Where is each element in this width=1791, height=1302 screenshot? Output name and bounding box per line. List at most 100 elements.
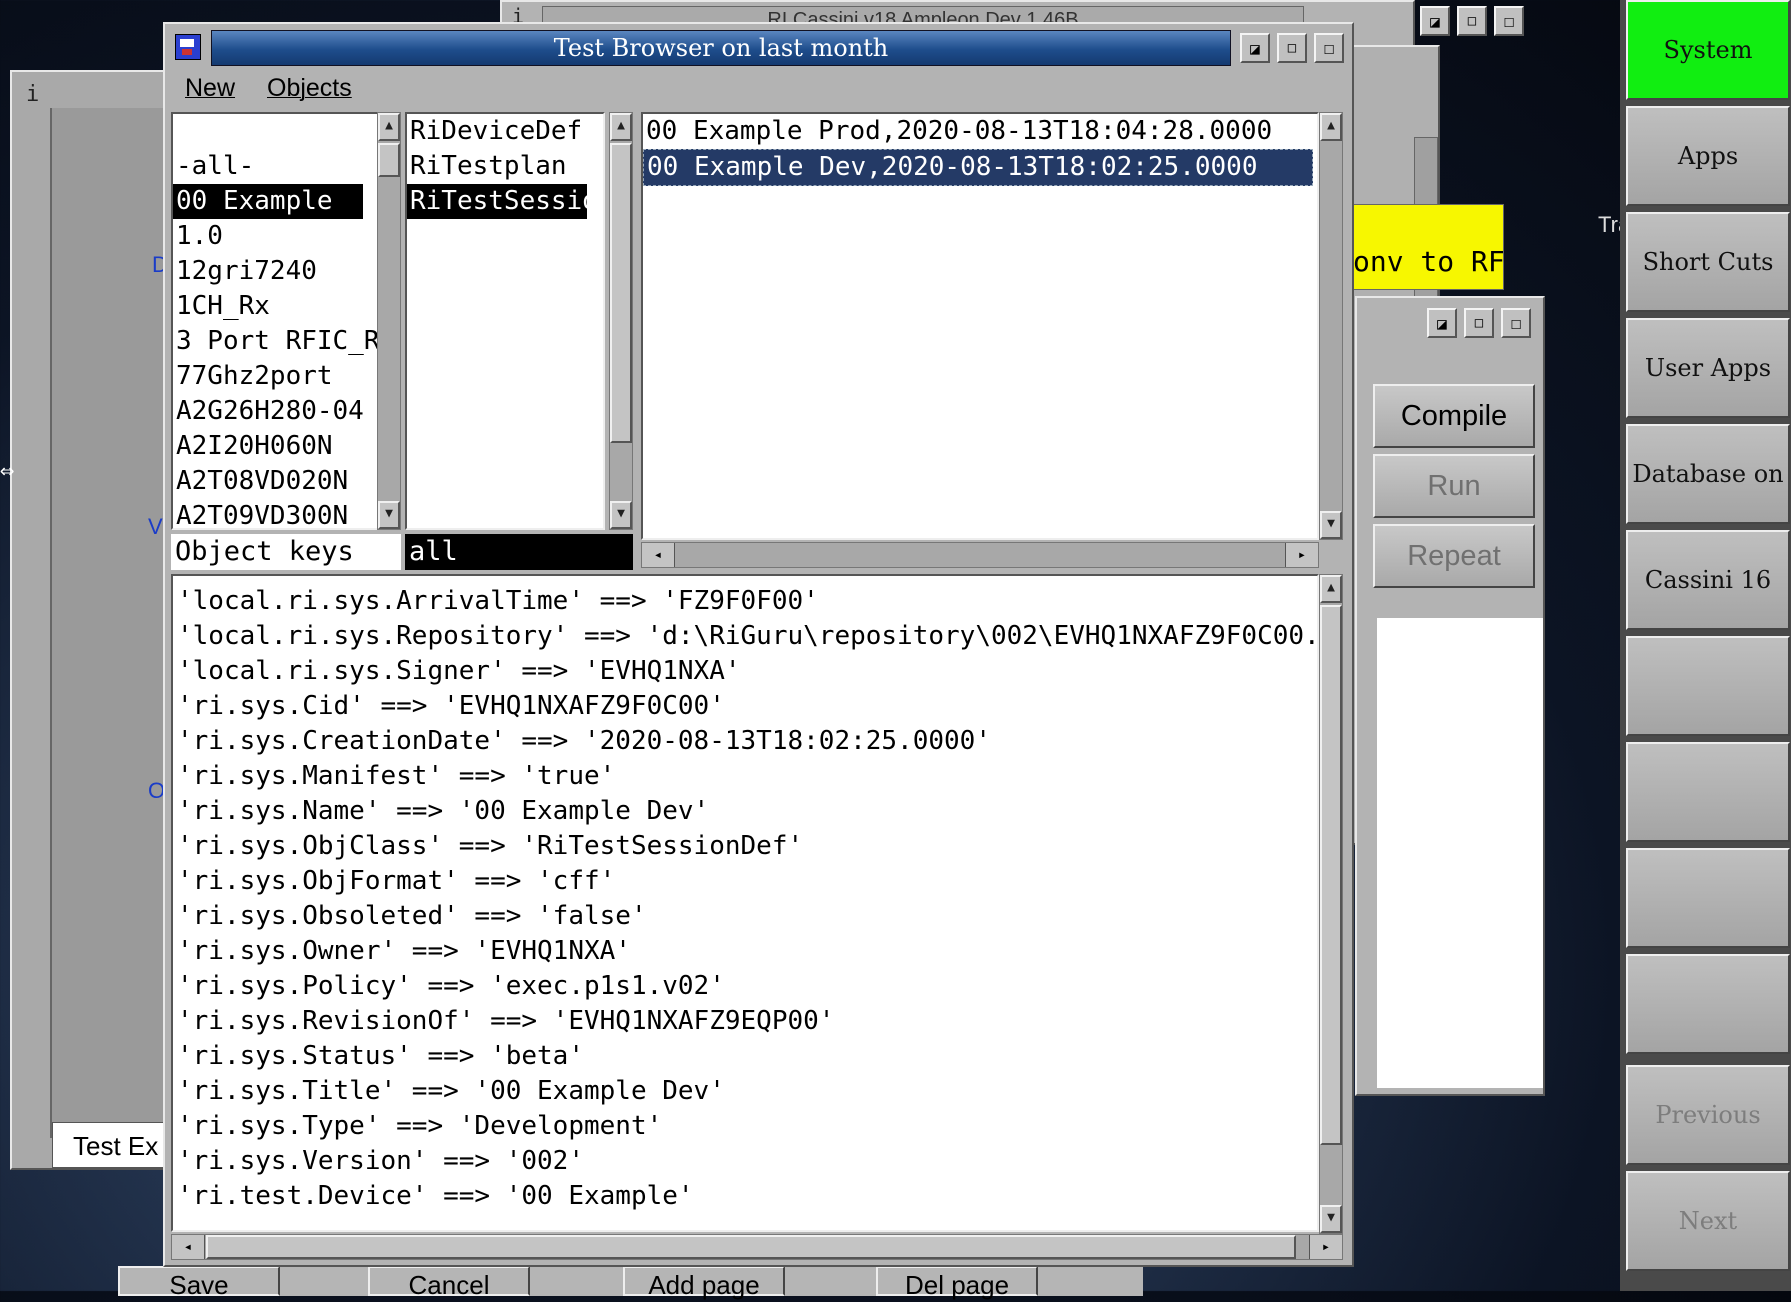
property-line: 'ri.sys.Cid' ==> 'EVHQ1NXAFZ9F0C00' bbox=[177, 691, 725, 721]
sidebar-item-empty[interactable] bbox=[1626, 954, 1790, 1054]
device-list-item[interactable]: A2G26H280-04 bbox=[173, 394, 364, 429]
sidebar-item-apps[interactable]: Apps bbox=[1626, 106, 1790, 206]
resize-cursor-icon: ⇔ bbox=[0, 456, 15, 484]
menu-objects[interactable]: Objects bbox=[267, 74, 352, 103]
cancel-button[interactable]: Cancel bbox=[368, 1266, 530, 1300]
device-list-item[interactable] bbox=[173, 114, 363, 149]
scroll-thumb[interactable] bbox=[206, 1235, 1296, 1259]
del-page-button[interactable]: Del page bbox=[876, 1266, 1038, 1300]
menu-new[interactable]: New bbox=[185, 74, 235, 103]
scroll-thumb[interactable] bbox=[610, 143, 632, 443]
sidebar-item-user-apps[interactable]: User Apps bbox=[1626, 318, 1790, 418]
object-keys-label: Object keys bbox=[171, 534, 401, 570]
class-list-item[interactable]: RiTestplan bbox=[407, 149, 587, 184]
object-list-item[interactable]: 00 Example Dev,2020-08-13T18:02:25.0000 bbox=[643, 149, 1313, 186]
property-line: 'ri.sys.Owner' ==> 'EVHQ1NXA' bbox=[177, 936, 631, 966]
property-line: 'ri.sys.ObjClass' ==> 'RiTestSessionDef' bbox=[177, 831, 804, 861]
object-list-items: 00 Example Prod,2020-08-13T18:04:28.0000… bbox=[643, 114, 1313, 186]
object-list-item[interactable]: 00 Example Prod,2020-08-13T18:04:28.0000 bbox=[643, 114, 1313, 149]
sidebar-item-empty[interactable] bbox=[1626, 742, 1790, 842]
object-list-hscrollbar[interactable]: ◂ ▸ bbox=[641, 542, 1319, 568]
properties-lines: 'local.ri.sys.ArrivalTime' ==> 'FZ9F0F00… bbox=[173, 584, 1319, 1214]
scroll-up-arrow[interactable]: ▲ bbox=[610, 113, 632, 141]
device-list-item[interactable]: 77Ghz2port bbox=[173, 359, 363, 394]
test-ex-tab[interactable]: Test Ex bbox=[52, 1122, 174, 1168]
object-list-scrollbar[interactable]: ▲ ▼ bbox=[1319, 112, 1343, 540]
device-list[interactable]: -all- 00 Example 1.0 12gri7240 1CH_Rx 3 Port … bbox=[171, 112, 383, 530]
scroll-down-arrow[interactable]: ▼ bbox=[378, 501, 400, 529]
scroll-down-arrow[interactable]: ▼ bbox=[1320, 1205, 1342, 1233]
scroll-down-arrow[interactable]: ▼ bbox=[1320, 511, 1342, 539]
yellow-status-panel: onv to RF4 bbox=[1352, 204, 1504, 290]
property-line: 'ri.sys.Policy' ==> 'exec.p1s1.v02' bbox=[177, 971, 725, 1001]
device-list-item[interactable]: 00 Example bbox=[173, 184, 363, 219]
property-line: 'local.ri.sys.Repository' ==> 'd:\RiGuru… bbox=[177, 621, 1319, 651]
scroll-right-arrow[interactable]: ▸ bbox=[1285, 543, 1318, 567]
device-list-item[interactable]: 3 Port RFIC_R bbox=[173, 324, 380, 359]
class-list[interactable]: RiDeviceDef RiTestplan RiTestSession bbox=[405, 112, 605, 530]
run-output-area bbox=[1377, 618, 1543, 1088]
scroll-down-arrow[interactable]: ▼ bbox=[610, 501, 632, 529]
sidebar-item-short-cuts[interactable]: Short Cuts bbox=[1626, 212, 1790, 312]
scroll-thumb[interactable] bbox=[1320, 605, 1342, 1145]
scroll-up-arrow[interactable]: ▲ bbox=[1320, 113, 1342, 141]
sidebar-item-system[interactable]: System bbox=[1626, 0, 1790, 100]
minimize-button[interactable]: ◪ bbox=[1420, 6, 1450, 36]
sidebar-item-empty[interactable] bbox=[1626, 636, 1790, 736]
sidebar-item-empty[interactable] bbox=[1626, 848, 1790, 948]
class-list-item[interactable]: RiTestSession bbox=[407, 184, 603, 219]
scroll-left-arrow[interactable]: ◂ bbox=[642, 543, 675, 567]
device-list-scrollbar[interactable]: ▲ ▼ bbox=[377, 112, 401, 530]
maximize-button[interactable]: ☐ bbox=[1501, 308, 1531, 338]
class-list-scrollbar[interactable]: ▲ ▼ bbox=[609, 112, 633, 530]
maximize-button[interactable]: ☐ bbox=[1314, 33, 1344, 63]
device-list-item[interactable]: 1CH_Rx bbox=[173, 289, 363, 324]
device-list-item[interactable]: A2I20H060N bbox=[173, 429, 363, 464]
sidebar-item-cassini[interactable]: Cassini 16 bbox=[1626, 530, 1790, 630]
scroll-up-arrow[interactable]: ▲ bbox=[1320, 575, 1342, 603]
save-button[interactable]: Save bbox=[118, 1266, 280, 1300]
device-list-items: -all- 00 Example 1.0 12gri7240 1CH_Rx 3 Port … bbox=[173, 114, 380, 528]
window-title: Test Browser on last month bbox=[553, 34, 889, 62]
restore-button[interactable]: □ bbox=[1277, 33, 1307, 63]
scroll-thumb[interactable] bbox=[378, 143, 400, 177]
yellow-panel-text: onv to RF4 bbox=[1353, 245, 1504, 278]
class-list-items: RiDeviceDef RiTestplan RiTestSession bbox=[407, 114, 603, 219]
minimize-button[interactable]: ◪ bbox=[1240, 33, 1270, 63]
scroll-up-arrow[interactable]: ▲ bbox=[378, 113, 400, 141]
device-list-item[interactable]: A2T08VD020N bbox=[173, 464, 363, 499]
run-button[interactable]: Run bbox=[1373, 454, 1535, 518]
add-page-button[interactable]: Add page bbox=[623, 1266, 785, 1300]
property-line: 'ri.sys.Manifest' ==> 'true' bbox=[177, 761, 616, 791]
sidebar-item-previous[interactable]: Previous bbox=[1626, 1065, 1790, 1165]
object-list[interactable]: 00 Example Prod,2020-08-13T18:04:28.0000… bbox=[641, 112, 1319, 540]
sidebar-item-next[interactable]: Next bbox=[1626, 1171, 1790, 1271]
test-browser-window: Test Browser on last month ◪ □ ☐ New Obj… bbox=[163, 22, 1354, 1267]
sidebar-item-database[interactable]: Database on bbox=[1626, 424, 1790, 524]
restore-button[interactable]: □ bbox=[1457, 6, 1487, 36]
properties-text-area[interactable]: 'local.ri.sys.ArrivalTime' ==> 'FZ9F0F00… bbox=[171, 574, 1319, 1232]
properties-hscrollbar[interactable]: ◂ ▸ bbox=[171, 1234, 1343, 1260]
left-window-letter-v: V bbox=[148, 514, 163, 539]
property-line: 'ri.sys.RevisionOf' ==> 'EVHQ1NXAFZ9EQP0… bbox=[177, 1006, 835, 1036]
device-list-item[interactable]: A2T09VD300N bbox=[173, 499, 363, 528]
class-list-item[interactable]: RiDeviceDef bbox=[407, 114, 587, 149]
device-list-item[interactable]: 1.0 bbox=[173, 219, 363, 254]
compile-button[interactable]: Compile bbox=[1373, 384, 1535, 448]
minimize-button[interactable]: ◪ bbox=[1427, 308, 1457, 338]
properties-vscrollbar[interactable]: ▲ ▼ bbox=[1319, 574, 1343, 1234]
bottom-button-bar bbox=[280, 1266, 368, 1296]
property-line: 'ri.sys.Title' ==> '00 Example Dev' bbox=[177, 1076, 725, 1106]
repeat-button[interactable]: Repeat bbox=[1373, 524, 1535, 588]
title-bar[interactable]: Test Browser on last month bbox=[211, 30, 1231, 66]
device-list-item[interactable]: 12gri7240 bbox=[173, 254, 363, 289]
restore-button[interactable]: □ bbox=[1464, 308, 1494, 338]
scroll-right-arrow[interactable]: ▸ bbox=[1309, 1235, 1342, 1259]
device-list-item[interactable]: -all- bbox=[173, 149, 363, 184]
object-keys-field[interactable]: all bbox=[405, 534, 633, 570]
maximize-button[interactable]: ☐ bbox=[1494, 6, 1524, 36]
left-window-info-icon[interactable]: i bbox=[26, 82, 39, 107]
window-icon[interactable] bbox=[175, 34, 201, 60]
scroll-left-arrow[interactable]: ◂ bbox=[172, 1235, 205, 1259]
bottom-button-bar bbox=[785, 1266, 876, 1296]
